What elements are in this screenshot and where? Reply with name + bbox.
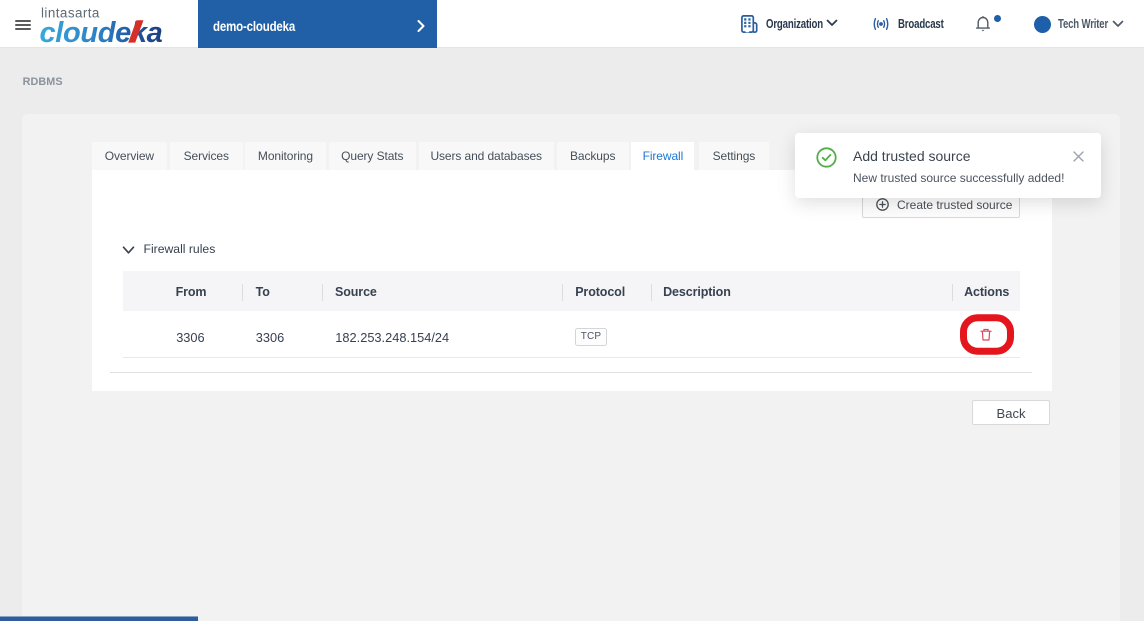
svg-text:cloudeka: cloudeka bbox=[40, 17, 163, 48]
